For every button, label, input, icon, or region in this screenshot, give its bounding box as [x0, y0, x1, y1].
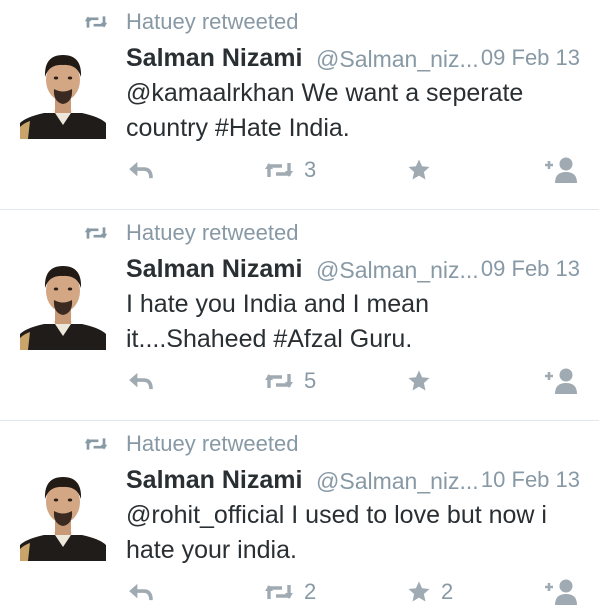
retweet-count: 2 — [304, 579, 317, 604]
reply-button[interactable] — [128, 574, 154, 610]
tweet-3[interactable]: Hatuey retweeted Salman Nizami @Salman_n… — [0, 422, 599, 616]
retweet-context: Hatuey retweeted — [84, 219, 298, 247]
tweet-2[interactable]: Hatuey retweeted Salman Nizami @Salman_n… — [0, 211, 599, 421]
user-handle[interactable]: @Salman_niz... — [316, 46, 479, 73]
favorite-button[interactable] — [407, 152, 441, 188]
reply-button[interactable] — [128, 363, 154, 399]
retweet-icon — [264, 371, 294, 391]
avatar[interactable] — [20, 47, 106, 139]
retweet-label[interactable]: Hatuey retweeted — [126, 220, 298, 246]
reply-button[interactable] — [128, 152, 154, 188]
divider — [0, 209, 599, 210]
star-icon — [407, 158, 431, 182]
follow-button[interactable] — [543, 574, 579, 610]
user-handle[interactable]: @Salman_niz... — [316, 257, 479, 284]
star-icon — [407, 369, 431, 393]
retweet-button[interactable]: 2 — [264, 574, 316, 610]
reply-icon — [128, 582, 154, 602]
favorite-button[interactable]: 2 — [407, 574, 453, 610]
tweet-header: Salman Nizami @Salman_niz... 09 Feb 13 — [126, 253, 586, 287]
retweet-button[interactable]: 3 — [264, 152, 316, 188]
tweet-actions: 2 2 — [0, 574, 599, 610]
tweet-text-line: @rohit_official I used to love but now i — [126, 501, 547, 529]
tweet-actions: 5 — [0, 363, 599, 399]
retweet-icon — [84, 224, 108, 242]
divider — [0, 420, 599, 421]
retweet-context: Hatuey retweeted — [84, 430, 298, 458]
tweet-text-line: hate your india. — [126, 536, 297, 564]
tweet-1[interactable]: Hatuey retweeted Salman Nizami @Salman_n… — [0, 0, 599, 210]
tweet-text: @rohit_official I used to love but now i… — [126, 498, 586, 568]
avatar[interactable] — [20, 469, 106, 561]
favorite-button[interactable] — [407, 363, 441, 399]
tweet-text-line: @kamaalrkhan We want a seperate — [126, 79, 524, 107]
tweet-date[interactable]: 09 Feb 13 — [481, 45, 580, 71]
retweet-count: 3 — [304, 157, 317, 182]
tweet-date[interactable]: 09 Feb 13 — [481, 256, 580, 282]
follow-icon — [543, 578, 579, 606]
retweet-context: Hatuey retweeted — [84, 8, 298, 36]
tweet-header: Salman Nizami @Salman_niz... 10 Feb 13 — [126, 464, 586, 498]
tweet-text-line: I hate you India and I mean — [126, 290, 429, 318]
follow-icon — [543, 367, 579, 395]
user-handle[interactable]: @Salman_niz... — [316, 468, 479, 495]
retweet-label[interactable]: Hatuey retweeted — [126, 9, 298, 35]
retweet-icon — [84, 435, 108, 453]
tweet-text-line: country #Hate India. — [126, 114, 350, 142]
tweet-header: Salman Nizami @Salman_niz... 09 Feb 13 — [126, 42, 586, 76]
retweet-button[interactable]: 5 — [264, 363, 316, 399]
user-name[interactable]: Salman Nizami — [126, 466, 302, 495]
retweet-icon — [264, 582, 294, 602]
tweet-text: I hate you India and I mean it....Shahee… — [126, 287, 586, 357]
retweet-icon — [264, 160, 294, 180]
retweet-label[interactable]: Hatuey retweeted — [126, 431, 298, 457]
avatar[interactable] — [20, 258, 106, 350]
reply-icon — [128, 371, 154, 391]
tweet-actions: 3 — [0, 152, 599, 188]
favorite-count: 2 — [441, 579, 454, 604]
retweet-count: 5 — [304, 368, 317, 393]
follow-icon — [543, 156, 579, 184]
user-name[interactable]: Salman Nizami — [126, 44, 302, 73]
tweet-text-line: it....Shaheed #Afzal Guru. — [126, 325, 413, 353]
tweet-date[interactable]: 10 Feb 13 — [481, 467, 580, 493]
reply-icon — [128, 160, 154, 180]
follow-button[interactable] — [543, 363, 579, 399]
user-name[interactable]: Salman Nizami — [126, 255, 302, 284]
tweet-text: @kamaalrkhan We want a seperate country … — [126, 76, 586, 146]
retweet-icon — [84, 13, 108, 31]
follow-button[interactable] — [543, 152, 579, 188]
star-icon — [407, 580, 431, 604]
